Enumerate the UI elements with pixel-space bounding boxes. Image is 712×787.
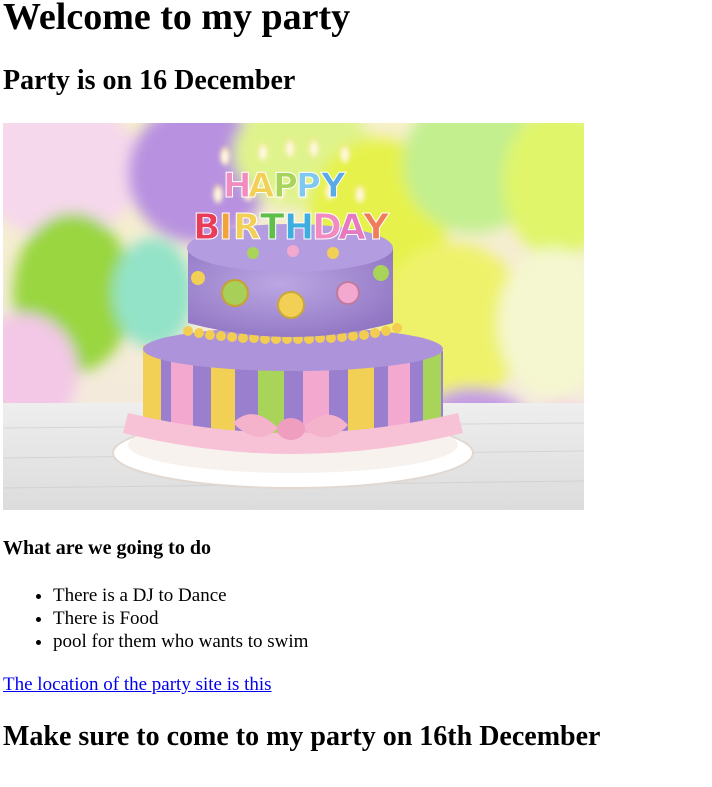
svg-text:A: A <box>248 166 275 206</box>
svg-text:I: I <box>219 207 232 248</box>
svg-text:H: H <box>284 207 314 248</box>
birthday-cake-image: H A P P Y B I R T H D A Y <box>3 123 584 510</box>
svg-text:R: R <box>233 207 261 248</box>
party-date-heading: Party is on 16 December <box>3 65 296 96</box>
list-item: There is Food <box>53 607 308 630</box>
list-item: pool for them who wants to swim <box>53 630 308 653</box>
svg-text:Y: Y <box>320 166 346 206</box>
closing-heading: Make sure to come to my party on 16th De… <box>3 721 601 752</box>
activities-heading: What are we going to do <box>3 537 211 559</box>
list-item: There is a DJ to Dance <box>53 584 308 607</box>
svg-text:A: A <box>338 207 366 248</box>
svg-text:P: P <box>296 166 321 206</box>
activities-list: There is a DJ to Dance There is Food poo… <box>13 584 308 653</box>
svg-text:Y: Y <box>362 207 390 248</box>
svg-text:B: B <box>193 207 220 248</box>
svg-text:P: P <box>273 166 298 206</box>
party-location-link[interactable]: The location of the party site is this <box>3 673 272 696</box>
svg-text:T: T <box>260 207 285 248</box>
page-title: Welcome to my party <box>3 0 351 38</box>
